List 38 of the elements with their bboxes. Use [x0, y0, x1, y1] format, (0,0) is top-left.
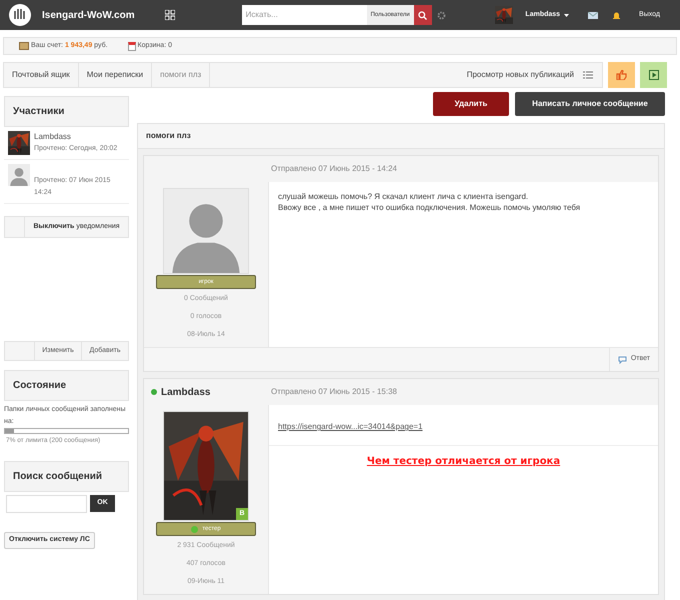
message-search-field[interactable] — [6, 494, 87, 513]
speech-bubble-icon — [618, 356, 627, 364]
post-date: Отправлено 07 Июнь 2015 - 15:38 — [270, 386, 397, 398]
search-button[interactable] — [414, 5, 432, 25]
new-posts-link[interactable]: Просмотр новых публикаций — [466, 69, 574, 81]
delete-button[interactable]: Удалить — [433, 92, 509, 116]
panel-title: Участники — [4, 96, 129, 127]
search-field[interactable]: Искать... — [242, 5, 367, 25]
user-silhouette-icon — [8, 164, 30, 186]
bell-icon[interactable] — [613, 10, 620, 20]
caret-icon — [564, 14, 570, 16]
like-button[interactable] — [608, 62, 635, 88]
breadcrumb-item: помоги плз — [152, 63, 210, 87]
settings-icon[interactable] — [436, 10, 446, 20]
user-silhouette-icon — [164, 189, 248, 273]
message-line: Ввожу все , а мне пишет что ошибка подключения. Можешь помочь умоляю тебя — [278, 202, 582, 213]
envelope-icon[interactable] — [588, 12, 598, 18]
message-line: слушай можешь помочь? Я скачал клиент лича с клиента isengard. — [278, 191, 530, 202]
post-date: Отправлено 07 Июнь 2015 - 14:24 — [270, 163, 397, 175]
author-name[interactable]: Lambdass — [161, 384, 210, 400]
message-headline: Чем тестер отличается от игрока — [366, 455, 560, 469]
calendar-icon — [128, 42, 136, 50]
message-link[interactable]: https://isengard-wow...ic=34014&page=1 — [278, 422, 423, 431]
participant-name[interactable]: Lambdass — [34, 131, 118, 143]
grid-icon[interactable] — [164, 10, 175, 20]
play-button[interactable] — [640, 62, 667, 88]
thumbs-up-icon — [616, 70, 627, 80]
panel-title: Состояние — [4, 370, 129, 401]
list-icon[interactable] — [583, 71, 593, 79]
panel-title: Поиск сообщений — [4, 460, 129, 492]
site-name[interactable]: Isengard-WoW.com — [42, 8, 135, 22]
write-message-button[interactable]: Написать личное сообщение — [515, 92, 665, 116]
breadcrumb-item[interactable]: Мои переписки — [78, 63, 152, 87]
breadcrumb-item[interactable]: Почтовый ящик — [4, 63, 79, 87]
play-icon — [648, 70, 658, 80]
search-icon — [418, 10, 428, 20]
topic-title: помоги плз — [138, 124, 664, 149]
wallet-icon — [19, 42, 29, 50]
